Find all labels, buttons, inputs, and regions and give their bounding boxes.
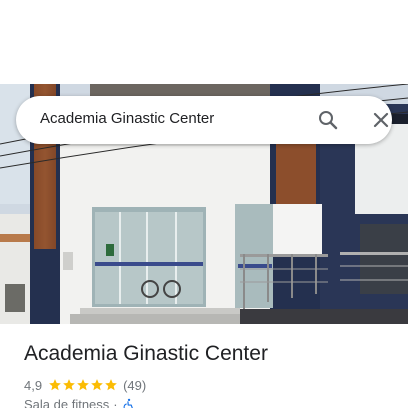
star-icon [49,379,61,391]
place-title: Academia Ginastic Center [24,342,268,365]
category-row: Sala de fitness · [24,397,135,408]
search-icon[interactable] [316,108,340,132]
separator-dot: · [113,397,118,408]
star-rating [48,378,118,392]
search-input[interactable]: Academia Ginastic Center [40,110,214,127]
top-blank-area [0,0,408,84]
review-count[interactable]: (49) [123,378,146,393]
rating-value: 4,9 [24,377,43,393]
star-icon [105,379,117,391]
close-icon[interactable] [369,108,393,132]
star-icon [63,379,75,391]
rating-row[interactable]: 4,9 (49) [24,376,146,394]
search-bar[interactable]: Academia Ginastic Center [16,96,392,144]
star-icon [91,379,103,391]
place-category: Sala de fitness [24,397,110,408]
star-icon [77,379,89,391]
wheelchair-icon [123,398,133,408]
